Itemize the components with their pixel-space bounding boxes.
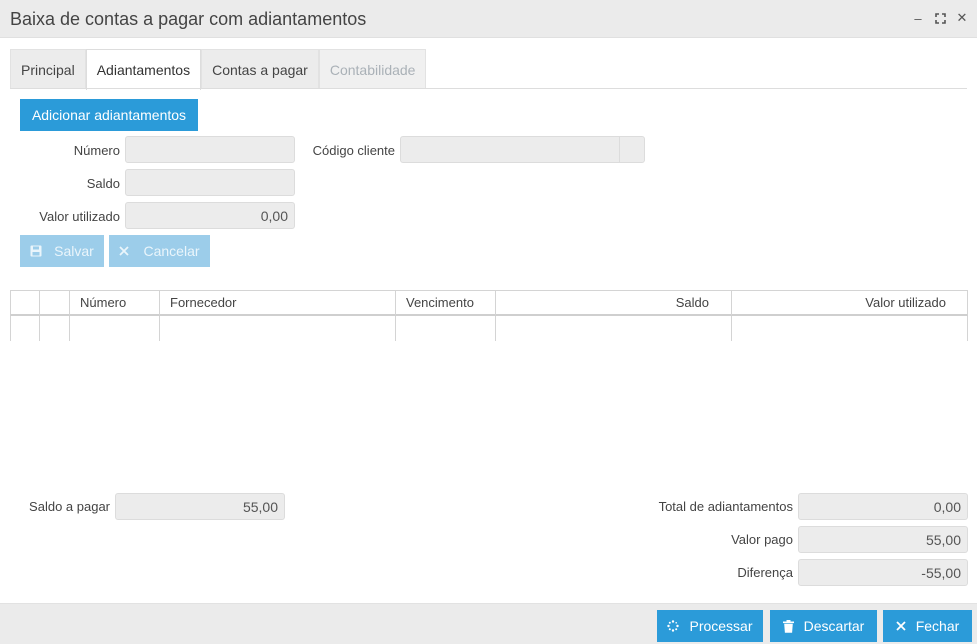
valor-pago-label: Valor pago bbox=[731, 532, 793, 547]
valor-pago-field: 55,00 bbox=[798, 526, 968, 553]
grid-cell bbox=[732, 316, 968, 341]
codigo-cliente-field[interactable] bbox=[400, 136, 620, 163]
tab-adiantamentos[interactable]: Adiantamentos bbox=[85, 49, 202, 90]
save-button: Salvar bbox=[20, 235, 104, 267]
cancel-button: Cancelar bbox=[109, 235, 210, 267]
dialog-footer: Processar Descartar Fechar bbox=[0, 603, 977, 644]
grid-empty-row bbox=[10, 316, 968, 341]
grid-header-fornecedor[interactable]: Fornecedor bbox=[160, 291, 396, 315]
grid-header-numero[interactable]: Número bbox=[70, 291, 160, 315]
codigo-cliente-label: Código cliente bbox=[312, 143, 395, 158]
grid-header-select[interactable] bbox=[40, 291, 70, 315]
total-adiantamentos-field: 0,00 bbox=[798, 493, 968, 520]
save-button-label: Salvar bbox=[54, 243, 94, 259]
valor-utilizado-label: Valor utilizado bbox=[39, 209, 120, 224]
trash-icon bbox=[782, 619, 794, 633]
grid-header: Número Fornecedor Vencimento Saldo Valor… bbox=[10, 290, 968, 316]
grid-cell bbox=[396, 316, 496, 341]
minimize-icon[interactable]: – bbox=[911, 10, 925, 26]
window-title: Baixa de contas a pagar com adiantamento… bbox=[10, 9, 367, 29]
advances-grid: Número Fornecedor Vencimento Saldo Valor… bbox=[10, 290, 968, 342]
fechar-label: Fechar bbox=[915, 618, 960, 634]
tab-bar: Principal Adiantamentos Contas a pagar C… bbox=[10, 49, 427, 90]
grid-cell bbox=[40, 316, 70, 341]
descartar-label: Descartar bbox=[803, 618, 865, 634]
window-controls: – ✕ bbox=[911, 10, 969, 26]
tab-divider bbox=[10, 88, 967, 89]
total-adiantamentos-label: Total de adiantamentos bbox=[658, 499, 793, 514]
saldo-field[interactable] bbox=[125, 169, 295, 196]
grid-header-expand bbox=[11, 291, 40, 315]
grid-cell bbox=[160, 316, 396, 341]
diferenca-label: Diferença bbox=[737, 565, 793, 580]
tab-contas-a-pagar[interactable]: Contas a pagar bbox=[201, 49, 319, 89]
fechar-button[interactable]: Fechar bbox=[883, 610, 972, 642]
tab-principal[interactable]: Principal bbox=[10, 49, 86, 89]
numero-field[interactable] bbox=[125, 136, 295, 163]
valor-utilizado-field[interactable]: 0,00 bbox=[125, 202, 295, 229]
add-advances-button[interactable]: Adicionar adiantamentos bbox=[20, 99, 198, 131]
processar-label: Processar bbox=[689, 618, 753, 634]
grid-cell bbox=[496, 316, 732, 341]
saldo-label: Saldo bbox=[86, 176, 120, 191]
close-icon[interactable]: ✕ bbox=[955, 10, 969, 26]
spinner-icon bbox=[667, 620, 680, 632]
window-titlebar: Baixa de contas a pagar com adiantamento… bbox=[0, 0, 977, 38]
floppy-disk-icon bbox=[30, 245, 42, 257]
cancel-button-label: Cancelar bbox=[143, 243, 200, 259]
saldo-a-pagar-field: 55,00 bbox=[115, 493, 285, 520]
processar-button[interactable]: Processar bbox=[657, 610, 763, 642]
grid-header-vencimento[interactable]: Vencimento bbox=[396, 291, 496, 315]
saldo-a-pagar-label: Saldo a pagar bbox=[29, 499, 110, 514]
codigo-cliente-lookup-button[interactable] bbox=[619, 136, 645, 163]
close-x-icon bbox=[896, 621, 906, 631]
x-icon bbox=[119, 246, 130, 256]
numero-label: Número bbox=[73, 143, 120, 158]
tab-contabilidade: Contabilidade bbox=[318, 49, 427, 89]
grid-header-valor-utilizado[interactable]: Valor utilizado bbox=[732, 291, 968, 315]
diferenca-field: -55,00 bbox=[798, 559, 968, 586]
grid-cell bbox=[70, 316, 160, 341]
grid-cell bbox=[11, 316, 40, 341]
descartar-button[interactable]: Descartar bbox=[770, 610, 877, 642]
maximize-icon[interactable] bbox=[933, 10, 947, 26]
grid-header-saldo[interactable]: Saldo bbox=[496, 291, 732, 315]
